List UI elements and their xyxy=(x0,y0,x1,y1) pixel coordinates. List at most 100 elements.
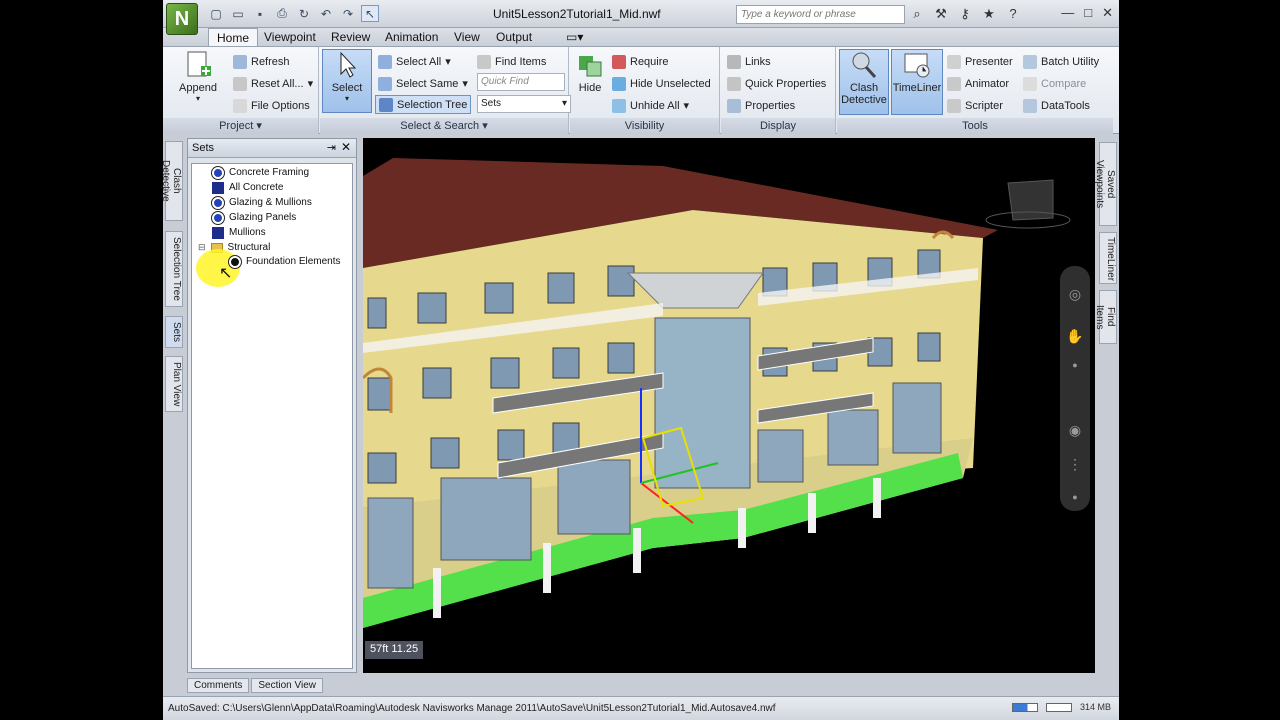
star-icon[interactable]: ★ xyxy=(980,5,998,23)
print-icon[interactable]: ⎙ xyxy=(273,5,291,22)
viewcube[interactable] xyxy=(1007,179,1054,221)
binoculars-icon[interactable]: ⌕ xyxy=(908,5,926,23)
quick-find-input[interactable]: Quick Find xyxy=(477,73,565,91)
require-button[interactable]: Require xyxy=(612,52,669,71)
tab-section-view[interactable]: Section View xyxy=(251,678,323,693)
batch-utility-icon xyxy=(1023,54,1037,69)
pillar xyxy=(738,508,746,548)
tab-find-items[interactable]: Find Items xyxy=(1094,290,1117,344)
tab-clash-detective[interactable]: Clash Detective xyxy=(163,141,183,221)
list-item[interactable]: Foundation Elements xyxy=(229,254,341,269)
tab-animation[interactable]: Animation xyxy=(377,28,446,46)
presenter-button[interactable]: Presenter xyxy=(947,52,1013,71)
panel-select-search: Select ▾ Select All ▾ Select Same ▾ Select… xyxy=(320,47,571,134)
find-items-button[interactable]: Find Items xyxy=(477,52,546,71)
timeliner-button[interactable]: TimeLiner xyxy=(891,49,943,115)
hide-unselected-button[interactable]: Hide Unselected xyxy=(612,74,711,93)
open-icon[interactable]: ▭ xyxy=(229,5,247,22)
pin-icon[interactable]: ⇥ xyxy=(327,141,336,154)
list-item[interactable]: Glazing & Mullions xyxy=(212,195,312,210)
quick-access-toolbar: ▢ ▭ ▪ ⎙ ↻ ↶ ↷ ↖ xyxy=(207,5,379,22)
tools-icon[interactable]: ⚒ xyxy=(932,5,950,23)
ribbon-options-icon[interactable]: ▭▾ xyxy=(558,28,591,46)
ribbon: Append ▾ Refresh Reset All... ▾ File Opti… xyxy=(163,46,1119,134)
pillar xyxy=(808,493,816,533)
links-button[interactable]: Links xyxy=(727,52,771,71)
panel-title-select-search[interactable]: Select & Search ▾ xyxy=(320,118,568,134)
select-button[interactable]: Select ▾ xyxy=(322,49,372,113)
reset-all-button[interactable]: Reset All... ▾ xyxy=(233,74,313,93)
tab-output[interactable]: Output xyxy=(488,28,540,46)
selection-tree-button[interactable]: Selection Tree xyxy=(375,95,472,114)
help-search-input[interactable]: Type a keyword or phrase xyxy=(736,5,905,24)
require-icon xyxy=(612,54,626,69)
tab-review[interactable]: Review xyxy=(323,28,378,46)
panel-project: Append ▾ Refresh Reset All... ▾ File Opti… xyxy=(163,47,319,134)
hide-button[interactable]: Hide xyxy=(572,50,608,108)
compare-icon xyxy=(1023,76,1037,91)
help-icon[interactable]: ? xyxy=(1004,5,1022,23)
append-button[interactable]: Append ▾ xyxy=(173,50,223,108)
memory-usage: 314 MB xyxy=(1079,702,1111,712)
tab-home[interactable]: Home xyxy=(208,28,259,46)
tab-plan-view[interactable]: Plan View xyxy=(165,356,183,412)
unhide-all-icon xyxy=(612,98,626,113)
datatools-button[interactable]: DataTools xyxy=(1023,96,1090,115)
pillar xyxy=(543,543,551,593)
save-icon[interactable]: ▪ xyxy=(251,5,269,22)
clash-detective-button[interactable]: Clash Detective xyxy=(839,49,889,115)
collapse-icon[interactable]: ⊟ xyxy=(198,242,206,253)
unhide-all-button[interactable]: Unhide All ▾ xyxy=(612,96,689,115)
file-options-button[interactable]: File Options xyxy=(233,96,310,115)
select-icon[interactable]: ↖ xyxy=(361,5,379,22)
orbit-icon[interactable]: ◉ xyxy=(1060,422,1090,439)
minimize-button[interactable]: — xyxy=(1061,5,1074,21)
list-item[interactable]: All Concrete xyxy=(212,180,283,195)
list-item[interactable]: Glazing Panels xyxy=(212,210,296,225)
select-all-button[interactable]: Select All ▾ xyxy=(378,52,451,71)
animator-button[interactable]: Animator xyxy=(947,74,1009,93)
list-item[interactable]: Mullions xyxy=(212,225,266,240)
tab-sets[interactable]: Sets xyxy=(165,316,183,348)
refresh-button[interactable]: Refresh xyxy=(233,52,290,71)
new-icon[interactable]: ▢ xyxy=(207,5,225,22)
panel-title-project[interactable]: Project ▾ xyxy=(163,118,318,134)
sets-dropdown[interactable]: Sets ▾ xyxy=(477,95,571,113)
steering-wheel-icon[interactable]: ◎ xyxy=(1060,286,1090,303)
batch-utility-button[interactable]: Batch Utility xyxy=(1023,52,1099,71)
close-icon[interactable]: ✕ xyxy=(341,140,351,154)
pan-hand-icon[interactable]: ✋ xyxy=(1060,328,1090,345)
app-menu-button[interactable]: N xyxy=(166,3,198,35)
properties-button[interactable]: Properties xyxy=(727,96,795,115)
quick-properties-icon xyxy=(727,76,741,91)
pillar xyxy=(633,528,641,573)
tab-selection-tree[interactable]: Selection Tree xyxy=(165,231,183,307)
select-same-button[interactable]: Select Same ▾ xyxy=(378,74,468,93)
3d-viewport[interactable]: 57ft 11.25 ◎ ✋ ● ◉ ⋮ ● xyxy=(363,138,1095,673)
compare-button[interactable]: Compare xyxy=(1023,74,1086,93)
tab-saved-viewpoints[interactable]: Saved Viewpoints xyxy=(1094,142,1117,226)
window-controls: — □ ✕ xyxy=(1061,5,1113,21)
storefront-window xyxy=(367,497,414,589)
tab-view[interactable]: View xyxy=(446,28,488,46)
close-button[interactable]: ✕ xyxy=(1102,5,1113,21)
maximize-button[interactable]: □ xyxy=(1084,5,1092,21)
refresh-icon xyxy=(233,54,247,69)
tab-viewpoint[interactable]: Viewpoint xyxy=(256,28,324,46)
walk-icon[interactable]: ⋮ xyxy=(1060,456,1090,473)
panel-visibility: Hide Require Hide Unselected Unhide All ▾… xyxy=(570,47,720,134)
undo-icon[interactable]: ↶ xyxy=(317,5,335,22)
tab-comments[interactable]: Comments xyxy=(187,678,250,693)
key-icon[interactable]: ⚷ xyxy=(956,5,974,23)
refresh-icon[interactable]: ↻ xyxy=(295,5,313,22)
timeliner-icon xyxy=(904,53,930,78)
list-item[interactable]: Concrete Framing xyxy=(212,165,309,180)
panel-title-tools: Tools xyxy=(837,118,1113,134)
right-dock-strip: Saved Viewpoints TimeLiner Find Items xyxy=(1094,138,1119,698)
ribbon-tabs: Home Viewpoint Review Animation View Out… xyxy=(163,28,1119,46)
tab-timeliner[interactable]: TimeLiner xyxy=(1099,232,1117,284)
scripter-button[interactable]: Scripter xyxy=(947,96,1003,115)
redo-icon[interactable]: ↷ xyxy=(339,5,357,22)
quick-properties-button[interactable]: Quick Properties xyxy=(727,74,826,93)
panel-display: Links Quick Properties Properties Displa… xyxy=(721,47,836,134)
